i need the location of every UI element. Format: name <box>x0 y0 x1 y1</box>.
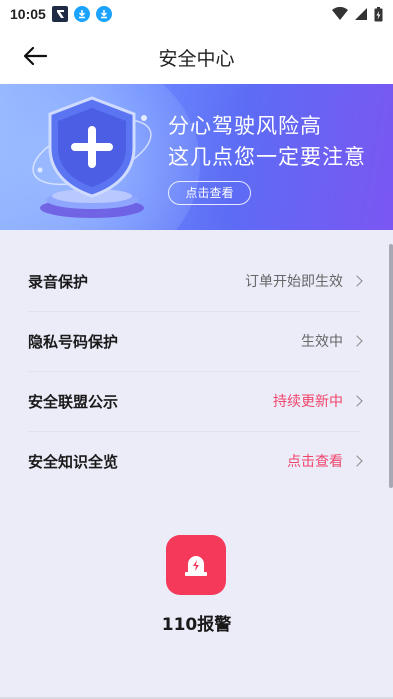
row-value: 生效中 <box>301 334 343 350</box>
row-value: 订单开始即生效 <box>245 274 343 290</box>
scrollbar[interactable] <box>389 244 393 488</box>
banner-subheadline: 这几点您一定要注意 <box>168 145 366 169</box>
row-safety-alliance[interactable]: 安全联盟公示 持续更新中 <box>28 371 363 431</box>
row-recording-protection[interactable]: 录音保护 订单开始即生效 <box>28 251 363 311</box>
row-value: 点击查看 <box>287 454 343 470</box>
status-right <box>332 6 383 22</box>
alarm-siren-icon <box>185 556 207 576</box>
app-header: 安全中心 <box>0 28 393 84</box>
alarm-button[interactable] <box>166 535 226 595</box>
page-title: 安全中心 <box>158 48 235 70</box>
row-privacy-number-protection[interactable]: 隐私号码保护 生效中 <box>28 311 363 371</box>
row-value: 持续更新中 <box>273 394 343 410</box>
chevron-right-icon <box>351 455 363 467</box>
status-bar: 10:05 <box>0 0 393 28</box>
app-icon <box>51 6 68 22</box>
alarm-label: 110报警 <box>161 615 232 635</box>
download-icon <box>95 6 112 22</box>
download-icon <box>73 6 90 22</box>
chevron-right-icon <box>351 395 363 407</box>
row-label: 安全联盟公示 <box>28 392 119 411</box>
safety-banner[interactable]: 分心驾驶风险高 这几点您一定要注意 点击查看 <box>0 84 393 230</box>
battery-icon <box>374 6 383 21</box>
chevron-right-icon <box>351 275 363 287</box>
shield-illustration <box>22 90 162 226</box>
row-label: 安全知识全览 <box>28 452 119 471</box>
row-label: 隐私号码保护 <box>28 332 119 351</box>
banner-headline: 分心驾驶风险高 <box>168 114 322 138</box>
status-time: 10:05 <box>10 6 46 22</box>
chevron-right-icon <box>351 335 363 347</box>
row-safety-knowledge[interactable]: 安全知识全览 点击查看 <box>28 431 363 491</box>
wifi-icon <box>332 7 348 20</box>
row-label: 录音保护 <box>28 272 89 291</box>
banner-view-button[interactable]: 点击查看 <box>168 181 251 205</box>
signal-icon <box>355 8 367 20</box>
